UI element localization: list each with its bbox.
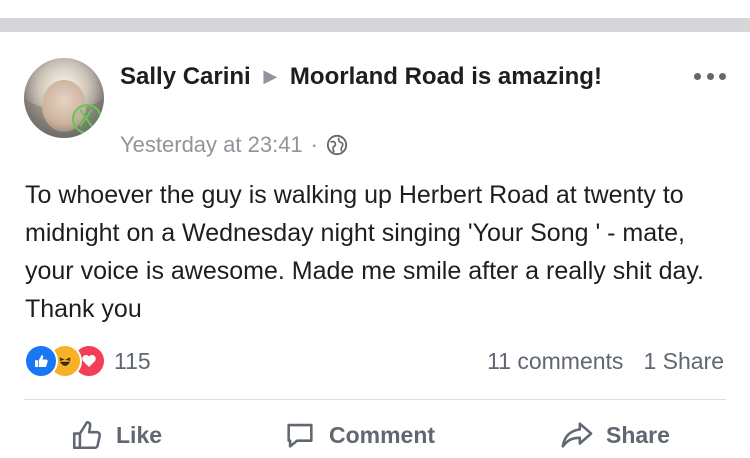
top-spacer [0, 0, 750, 18]
feed-divider-bar [0, 18, 750, 32]
post-actions: Like Comment Share [0, 418, 750, 458]
thumbs-up-icon [72, 420, 102, 450]
comment-button[interactable]: Comment [283, 418, 435, 452]
group-name[interactable]: Moorland Road is amazing! [290, 63, 602, 90]
like-button[interactable]: Like [70, 418, 162, 452]
actions-divider [24, 399, 726, 400]
extinction-symbol-icon [72, 104, 102, 134]
post-header: Sally Carini ▶ Moorland Road is amazing! [120, 60, 680, 93]
reaction-count: 115 [114, 347, 151, 374]
post-meta: Yesterday at 23:41 · [120, 130, 348, 160]
meta-separator: · [310, 132, 318, 157]
globe-icon[interactable] [326, 134, 348, 156]
reactions-summary[interactable]: 115 [24, 344, 151, 378]
like-reaction-icon [24, 344, 58, 378]
share-label: Share [606, 421, 670, 448]
arrow-right-icon: ▶ [263, 66, 278, 86]
shares-count-link[interactable]: 1 Share [643, 348, 724, 375]
author-name[interactable]: Sally Carini [120, 63, 251, 90]
more-options-icon[interactable] [694, 66, 726, 86]
post-body: To whoever the guy is walking up Herbert… [25, 181, 704, 323]
post-timestamp[interactable]: Yesterday at 23:41 [120, 132, 303, 158]
like-label: Like [116, 421, 163, 448]
comment-label: Comment [329, 421, 436, 448]
share-button[interactable]: Share [560, 418, 670, 452]
comment-icon [287, 423, 313, 448]
share-arrow-icon [561, 422, 593, 448]
post-stats: 11 comments 1 Share [487, 344, 724, 378]
comments-count-link[interactable]: 11 comments [487, 348, 623, 375]
avatar[interactable] [24, 58, 104, 138]
